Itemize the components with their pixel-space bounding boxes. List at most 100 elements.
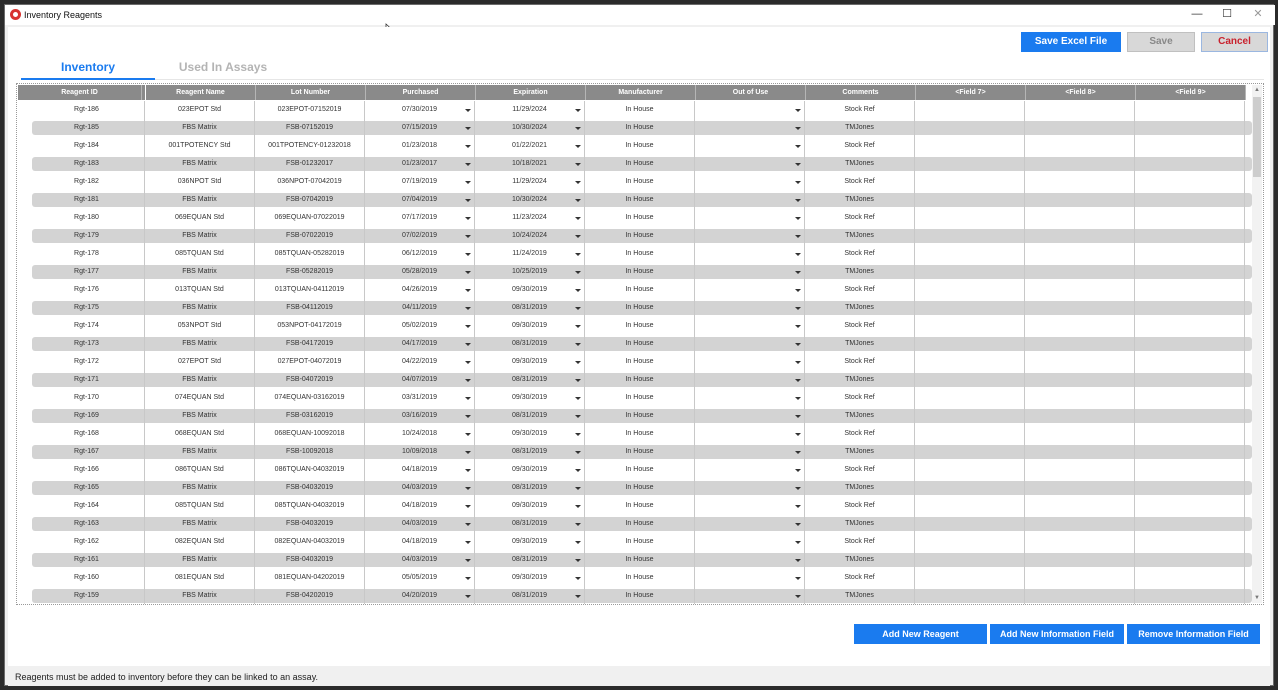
cell-purchased[interactable]: 10/09/2018 — [365, 443, 475, 461]
row-selector[interactable] — [17, 371, 32, 389]
row-selector[interactable] — [17, 191, 32, 209]
table-row[interactable]: Rgt-167 FBS Matrix FSB-10092018 10/09/2018 0… — [17, 443, 1255, 461]
dropdown-arrow-icon[interactable] — [575, 361, 581, 364]
cell-expiration[interactable]: 09/30/2019 — [475, 533, 585, 551]
cell-custom-field[interactable] — [1135, 569, 1245, 587]
cell-comments[interactable]: TMJones — [805, 587, 915, 604]
table-row[interactable]: Rgt-182 036NPOT Std 036NPOT-07042019 07/19/… — [17, 173, 1255, 191]
cell-comments[interactable]: TMJones — [805, 191, 915, 209]
dropdown-arrow-icon[interactable] — [795, 523, 801, 526]
cell-lot[interactable]: 053NPOT-04172019 — [255, 317, 365, 335]
cell-custom-field[interactable] — [1025, 533, 1135, 551]
cell-manufacturer[interactable]: In House — [585, 425, 695, 443]
cell-custom-field[interactable] — [1025, 137, 1135, 155]
dropdown-arrow-icon[interactable] — [575, 505, 581, 508]
dropdown-arrow-icon[interactable] — [465, 595, 471, 598]
cell-manufacturer[interactable]: In House — [585, 299, 695, 317]
dropdown-arrow-icon[interactable] — [575, 199, 581, 202]
vertical-scrollbar[interactable]: ▲ ▼ — [1252, 85, 1262, 603]
cell-expiration[interactable]: 01/22/2021 — [475, 137, 585, 155]
cell-name[interactable]: 027EPOT Std — [145, 353, 255, 371]
dropdown-arrow-icon[interactable] — [795, 595, 801, 598]
cell-custom-field[interactable] — [1135, 389, 1245, 407]
cell-custom-field[interactable] — [1135, 515, 1245, 533]
cell-manufacturer[interactable]: In House — [585, 191, 695, 209]
cell-id[interactable]: Rgt-182 — [32, 173, 141, 191]
cell-manufacturer[interactable]: In House — [585, 569, 695, 587]
row-selector[interactable] — [17, 443, 32, 461]
table-row[interactable]: Rgt-171 FBS Matrix FSB-04072019 04/07/2019 0… — [17, 371, 1255, 389]
dropdown-arrow-icon[interactable] — [575, 469, 581, 472]
cell-id[interactable]: Rgt-171 — [32, 371, 141, 389]
cell-expiration[interactable]: 10/18/2021 — [475, 155, 585, 173]
dropdown-arrow-icon[interactable] — [575, 217, 581, 220]
column-header[interactable]: Reagent ID — [18, 85, 142, 100]
cell-expiration[interactable]: 08/31/2019 — [475, 407, 585, 425]
minimize-icon[interactable]: — — [1182, 5, 1212, 25]
table-row[interactable]: Rgt-164 085TQUAN Std 085TQUAN-04032019 04/1… — [17, 497, 1255, 515]
row-selector[interactable] — [17, 155, 32, 173]
cell-custom-field[interactable] — [1135, 533, 1245, 551]
cell-custom-field[interactable] — [915, 155, 1025, 173]
cell-manufacturer[interactable]: In House — [585, 173, 695, 191]
dropdown-arrow-icon[interactable] — [465, 289, 471, 292]
cell-custom-field[interactable] — [1135, 245, 1245, 263]
cell-lot[interactable]: 027EPOT-04072019 — [255, 353, 365, 371]
cell-out-of-use[interactable] — [695, 371, 805, 389]
cell-custom-field[interactable] — [915, 515, 1025, 533]
cell-purchased[interactable]: 04/11/2019 — [365, 299, 475, 317]
cell-purchased[interactable]: 07/19/2019 — [365, 173, 475, 191]
table-row[interactable]: Rgt-170 074EQUAN Std 074EQUAN-03162019 03/3… — [17, 389, 1255, 407]
cell-lot[interactable]: FSB-04032019 — [255, 551, 365, 569]
table-row[interactable]: Rgt-162 082EQUAN Std 082EQUAN-04032019 04/1… — [17, 533, 1255, 551]
dropdown-arrow-icon[interactable] — [575, 127, 581, 130]
cell-custom-field[interactable] — [1025, 515, 1135, 533]
cell-purchased[interactable]: 07/04/2019 — [365, 191, 475, 209]
row-selector[interactable] — [17, 479, 32, 497]
cell-custom-field[interactable] — [915, 263, 1025, 281]
cell-custom-field[interactable] — [915, 443, 1025, 461]
dropdown-arrow-icon[interactable] — [575, 325, 581, 328]
dropdown-arrow-icon[interactable] — [575, 181, 581, 184]
cell-comments[interactable]: Stock Ref — [805, 389, 915, 407]
column-header[interactable]: <Field 8> — [1026, 85, 1136, 100]
column-header[interactable]: Lot Number — [256, 85, 366, 100]
cell-custom-field[interactable] — [915, 389, 1025, 407]
cell-custom-field[interactable] — [915, 335, 1025, 353]
dropdown-arrow-icon[interactable] — [465, 307, 471, 310]
cell-id[interactable]: Rgt-161 — [32, 551, 141, 569]
add-new-reagent-button[interactable]: Add New Reagent — [854, 624, 987, 644]
dropdown-arrow-icon[interactable] — [465, 505, 471, 508]
cell-custom-field[interactable] — [1135, 299, 1245, 317]
table-row[interactable]: Rgt-161 FBS Matrix FSB-04032019 04/03/2019 0… — [17, 551, 1255, 569]
cell-name[interactable]: FBS Matrix — [145, 407, 255, 425]
cell-expiration[interactable]: 10/24/2024 — [475, 227, 585, 245]
dropdown-arrow-icon[interactable] — [795, 271, 801, 274]
cell-lot[interactable]: 081EQUAN-04202019 — [255, 569, 365, 587]
table-row[interactable]: Rgt-175 FBS Matrix FSB-04112019 04/11/2019 0… — [17, 299, 1255, 317]
scroll-thumb[interactable] — [1253, 97, 1261, 177]
dropdown-arrow-icon[interactable] — [795, 199, 801, 202]
dropdown-arrow-icon[interactable] — [795, 379, 801, 382]
dropdown-arrow-icon[interactable] — [795, 577, 801, 580]
cell-custom-field[interactable] — [915, 569, 1025, 587]
cell-out-of-use[interactable] — [695, 281, 805, 299]
cell-out-of-use[interactable] — [695, 245, 805, 263]
cell-lot[interactable]: FSB-04172019 — [255, 335, 365, 353]
cell-lot[interactable]: 069EQUAN-07022019 — [255, 209, 365, 227]
cell-comments[interactable]: TMJones — [805, 407, 915, 425]
dropdown-arrow-icon[interactable] — [465, 145, 471, 148]
dropdown-arrow-icon[interactable] — [795, 235, 801, 238]
table-row[interactable]: Rgt-159 FBS Matrix FSB-04202019 04/20/2019 0… — [17, 587, 1255, 604]
cell-custom-field[interactable] — [1135, 137, 1245, 155]
cell-comments[interactable]: TMJones — [805, 515, 915, 533]
dropdown-arrow-icon[interactable] — [795, 559, 801, 562]
dropdown-arrow-icon[interactable] — [795, 325, 801, 328]
table-row[interactable]: Rgt-180 069EQUAN Std 069EQUAN-07022019 07/1… — [17, 209, 1255, 227]
cell-expiration[interactable]: 11/24/2019 — [475, 245, 585, 263]
cell-comments[interactable]: TMJones — [805, 335, 915, 353]
cell-expiration[interactable]: 08/31/2019 — [475, 587, 585, 604]
table-row[interactable]: Rgt-160 081EQUAN Std 081EQUAN-04202019 05/0… — [17, 569, 1255, 587]
cell-comments[interactable]: Stock Ref — [805, 461, 915, 479]
cell-custom-field[interactable] — [1135, 497, 1245, 515]
